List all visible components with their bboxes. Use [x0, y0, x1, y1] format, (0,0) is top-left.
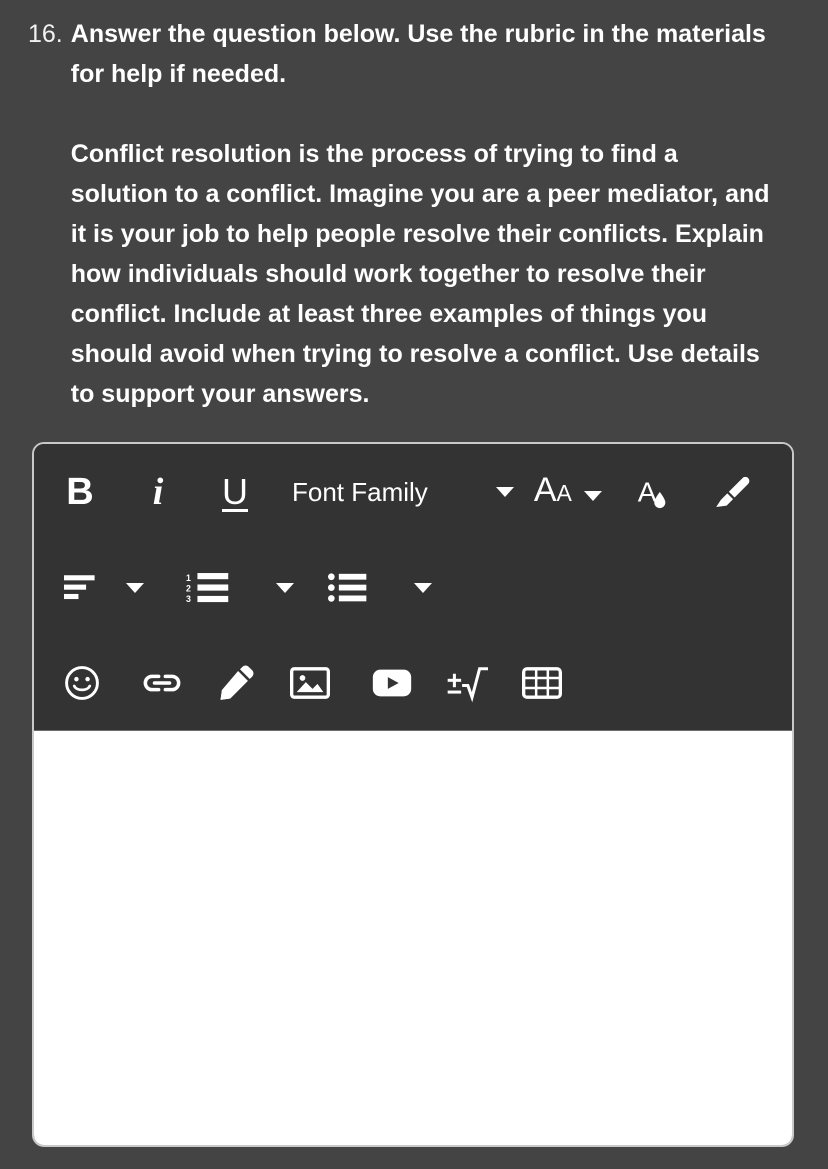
font-size-large-a: A: [533, 470, 557, 509]
question-passage: Conflict resolution is the process of tr…: [70, 140, 770, 408]
editor-content-area[interactable]: [34, 730, 792, 1145]
question-spacer: [71, 94, 800, 134]
question-body: Answer the question below. Use the rubri…: [71, 14, 800, 414]
question-prompt: Answer the question below. Use the rubri…: [70, 20, 766, 88]
bulleted-list-icon[interactable]: [322, 565, 374, 611]
align-left-icon[interactable]: [58, 566, 104, 610]
chevron-down-icon[interactable]: [120, 570, 150, 606]
chevron-down-icon[interactable]: [408, 570, 438, 606]
svg-text:1: 1: [186, 573, 191, 583]
chevron-down-icon[interactable]: [578, 478, 608, 514]
rich-text-editor: B i U Font Family AA A 1 2 3: [32, 442, 794, 1147]
toolbar-row-insert: [34, 636, 792, 730]
chevron-down-icon[interactable]: [490, 474, 520, 510]
highlighter-icon[interactable]: [706, 467, 758, 517]
svg-text:A: A: [638, 476, 657, 507]
svg-text:3: 3: [186, 594, 191, 604]
font-family-label[interactable]: Font Family: [292, 477, 428, 508]
chevron-down-icon[interactable]: [270, 570, 300, 606]
italic-button[interactable]: i: [136, 468, 180, 516]
toolbar-row-lists: 1 2 3: [34, 540, 792, 636]
question-block: 16. Answer the question below. Use the r…: [28, 14, 800, 414]
pencil-icon[interactable]: [210, 658, 262, 708]
smiley-icon[interactable]: [58, 659, 106, 707]
text-color-icon[interactable]: A: [630, 467, 676, 517]
numbered-list-icon[interactable]: 1 2 3: [180, 565, 236, 611]
underline-button[interactable]: U: [212, 468, 258, 516]
question-page: 16. Answer the question below. Use the r…: [0, 0, 828, 1169]
math-equation-icon[interactable]: [440, 658, 494, 708]
image-icon[interactable]: [284, 659, 336, 707]
toolbar-row-formatting: B i U Font Family AA A: [34, 444, 792, 540]
video-icon[interactable]: [366, 661, 418, 705]
question-number: 16.: [28, 20, 63, 48]
svg-text:2: 2: [186, 584, 191, 594]
font-size-small-a: A: [556, 479, 572, 506]
link-icon[interactable]: [136, 659, 188, 707]
font-size-button[interactable]: AA: [534, 471, 608, 514]
editor-toolbar: B i U Font Family AA A 1 2 3: [34, 444, 792, 730]
bold-button[interactable]: B: [58, 468, 102, 516]
table-icon[interactable]: [516, 660, 568, 706]
